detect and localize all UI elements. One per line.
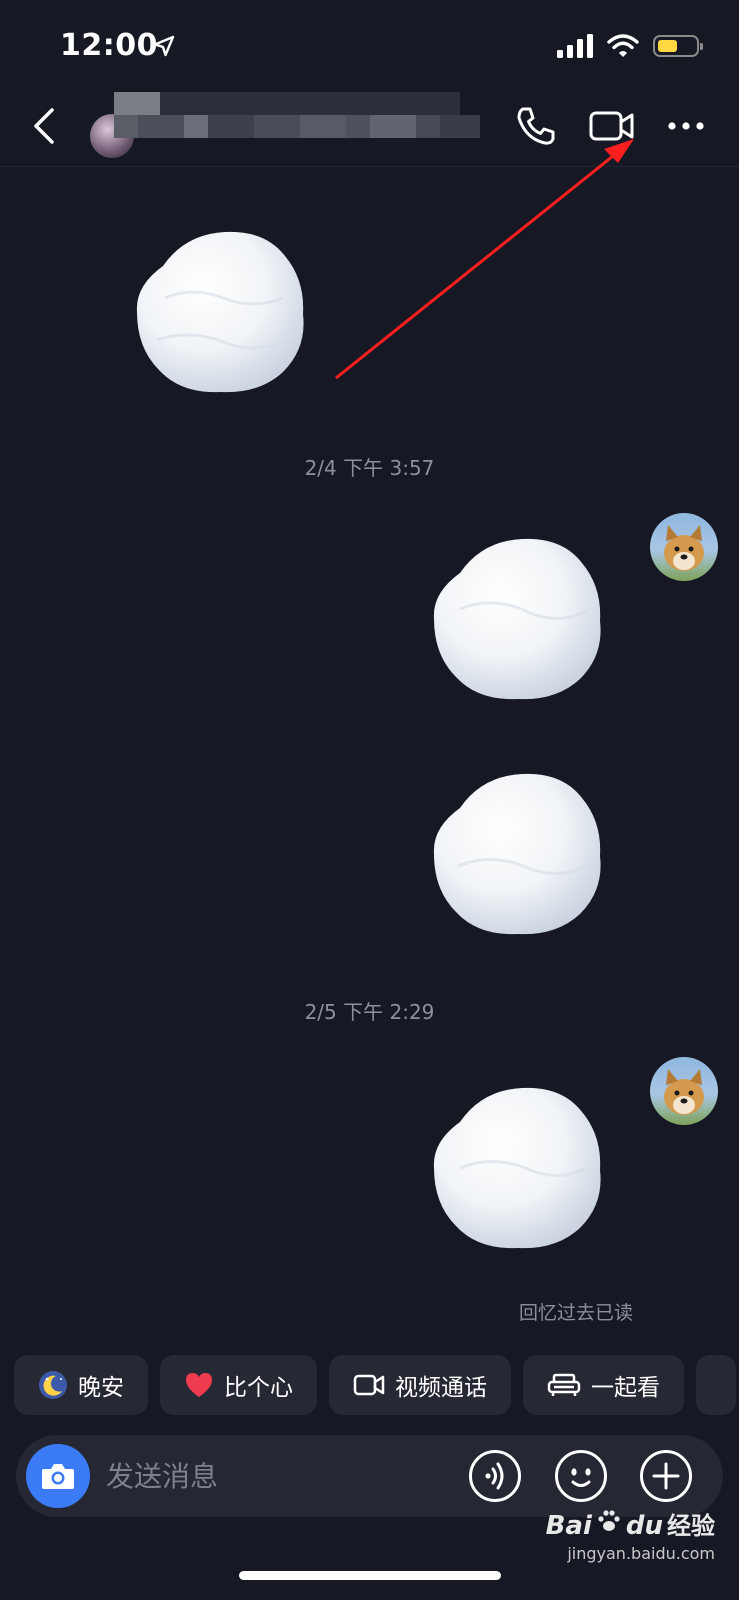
chip-send-heart[interactable]: 比个心	[160, 1355, 317, 1415]
chip-more-partial[interactable]	[696, 1355, 736, 1415]
message-timestamp: 2/5 下午 2:29	[304, 1000, 435, 1024]
shiba-dog-icon	[664, 1069, 704, 1115]
sent-snowball-sticker[interactable]	[430, 535, 602, 703]
message-input[interactable]	[104, 1453, 438, 1499]
chip-label: 比个心	[224, 1375, 293, 1401]
camera-button[interactable]	[26, 1444, 90, 1508]
watermark-brand-2: du	[625, 1511, 663, 1541]
baidu-jingyan-watermark: Bai du 经验 jingyan.baidu.com	[545, 1506, 715, 1563]
chip-good-night[interactable]: 晚安	[14, 1355, 148, 1415]
shiba-dog-icon	[664, 525, 704, 571]
annotation-arrow	[335, 139, 634, 380]
emoji-button[interactable]	[554, 1449, 608, 1503]
my-avatar-shiba[interactable]	[650, 1057, 718, 1125]
camera-icon	[42, 1464, 74, 1489]
moon-emoji	[39, 1371, 67, 1399]
video-camera-icon	[353, 1374, 385, 1396]
watermark-brand: Bai	[545, 1511, 592, 1541]
sent-snowball-sticker[interactable]	[430, 770, 602, 938]
home-indicator[interactable]	[239, 1571, 501, 1580]
sofa-icon	[547, 1373, 581, 1396]
chip-video-call[interactable]: 视频通话	[329, 1355, 511, 1415]
message-timestamp: 2/4 下午 3:57	[304, 456, 435, 480]
chip-label: 晚安	[78, 1375, 124, 1401]
more-plus-button[interactable]	[639, 1449, 693, 1503]
watermark-url: jingyan.baidu.com	[567, 1544, 715, 1563]
watermark-suffix: 经验	[667, 1512, 715, 1540]
sent-snowball-sticker[interactable]	[430, 1084, 602, 1252]
message-composer	[16, 1435, 723, 1517]
heart-emoji	[186, 1373, 212, 1397]
quick-actions-bar: 晚安 比个心 视频通话 一起看	[14, 1355, 736, 1415]
read-status: 回忆过去已读	[518, 1302, 633, 1324]
chip-watch-together[interactable]: 一起看	[523, 1355, 684, 1415]
voice-message-button[interactable]	[468, 1449, 522, 1503]
chip-label: 一起看	[591, 1375, 660, 1401]
my-avatar-shiba[interactable]	[650, 513, 718, 581]
chip-label: 视频通话	[395, 1375, 487, 1401]
paw-icon	[598, 1510, 620, 1531]
